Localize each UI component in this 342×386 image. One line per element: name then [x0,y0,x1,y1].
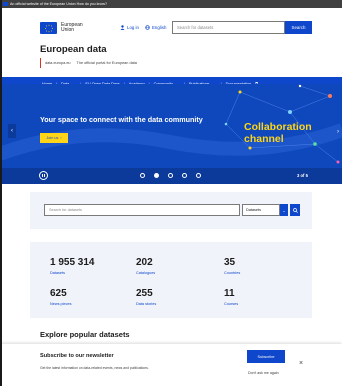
close-icon[interactable]: × [299,360,303,367]
carousel-next-button[interactable]: › [334,126,342,138]
stat-number: 11 [224,288,235,299]
login-label: Log in [127,25,139,30]
window-edge [0,0,2,386]
dataset-search-input[interactable]: Search for datasets [44,204,240,216]
carousel-dots [140,173,201,178]
search-type-select[interactable]: Datasets [242,204,280,216]
chevron-down-icon[interactable]: ⌄ [280,204,288,216]
stat-label[interactable]: Data stories [136,302,156,306]
logo-text: European Union [61,22,83,33]
eu-flag-icon [40,22,57,34]
stat-number: 202 [136,257,153,268]
stat-label[interactable]: News pieces [50,302,72,306]
chevron-right-icon: › [337,129,339,135]
site-header: European Union Log in English Search for … [0,8,342,91]
carousel-dot-5[interactable] [196,173,201,178]
newsletter-title: Subscribe to our newsletter [40,353,114,359]
official-site-bar[interactable]: An official website of the European Unio… [0,0,342,8]
carousel-dot-1[interactable] [140,173,145,178]
page: An official website of the European Unio… [0,0,342,386]
stat-number: 1 955 314 [50,257,95,268]
chevron-left-icon: ‹ [11,128,13,134]
newsletter-text: Get the latest information on data-relat… [40,366,149,370]
user-icon [120,25,125,30]
hero-heading: Your space to connect with the data comm… [40,115,203,124]
site-title[interactable]: European data [40,44,107,55]
stat-label[interactable]: Datasets [50,271,95,275]
stat-data-stories[interactable]: 255 Data stories [136,288,156,306]
stat-label[interactable]: Catalogues [136,271,155,275]
subscribe-button[interactable]: Subscribe [247,350,285,363]
tagline-domain: data.europa.eu [45,61,71,65]
eu-logo[interactable]: European Union [40,22,83,34]
tagline-text: The official portal for European data [76,61,137,65]
carousel-dot-2[interactable] [154,173,159,178]
eu-flag-mini-icon [3,2,8,6]
stat-datasets[interactable]: 1 955 314 Datasets [50,257,95,275]
header-search-input[interactable]: Search for datasets [172,21,285,34]
hero-carousel: ‹ Your space to connect with the data co… [0,84,342,168]
search-icon [292,207,298,213]
login-link[interactable]: Log in [120,25,139,30]
stat-countries[interactable]: 35 Countries [224,257,240,275]
globe-icon [145,25,150,30]
site-tagline: data.europa.eu The official portal for E… [40,58,137,68]
slide-counter: 3 of 5 [297,173,308,178]
stat-number: 255 [136,288,153,299]
carousel-prev-button[interactable]: ‹ [8,124,16,138]
language-label: English [152,25,167,30]
stat-news[interactable]: 625 News pieces [50,288,72,306]
join-us-label: Join us [46,136,59,140]
stat-courses[interactable]: 11 Courses [224,288,238,306]
dataset-search-button[interactable] [290,204,300,216]
stat-catalogues[interactable]: 202 Catalogues [136,257,155,275]
explore-datasets-heading: Explore popular datasets [40,330,130,339]
stat-number: 35 [224,257,236,268]
carousel-dot-4[interactable] [182,173,187,178]
arrow-right-icon: › [60,136,62,140]
language-selector[interactable]: English [145,25,166,30]
dont-ask-again-link[interactable]: Don't ask me again [248,371,279,375]
collaboration-channel-title: Collaboration channel [244,121,312,145]
newsletter-banner: Subscribe to our newsletter Get the late… [0,344,342,386]
pause-icon[interactable] [39,171,48,180]
official-site-notice[interactable]: An official website of the European Unio… [10,2,107,6]
header-search-button[interactable]: Search [285,21,312,34]
join-us-button[interactable]: Join us › [40,133,68,143]
carousel-controls: 3 of 5 [0,168,342,184]
stat-label[interactable]: Countries [224,271,240,275]
stat-number: 625 [50,288,67,299]
statistics-panel: 1 955 314 Datasets 202 Catalogues 35 Cou… [30,242,312,318]
carousel-dot-3[interactable] [168,173,173,178]
stat-label[interactable]: Courses [224,302,238,306]
dataset-search-panel: Search for datasets Datasets ⌄ [30,192,312,229]
